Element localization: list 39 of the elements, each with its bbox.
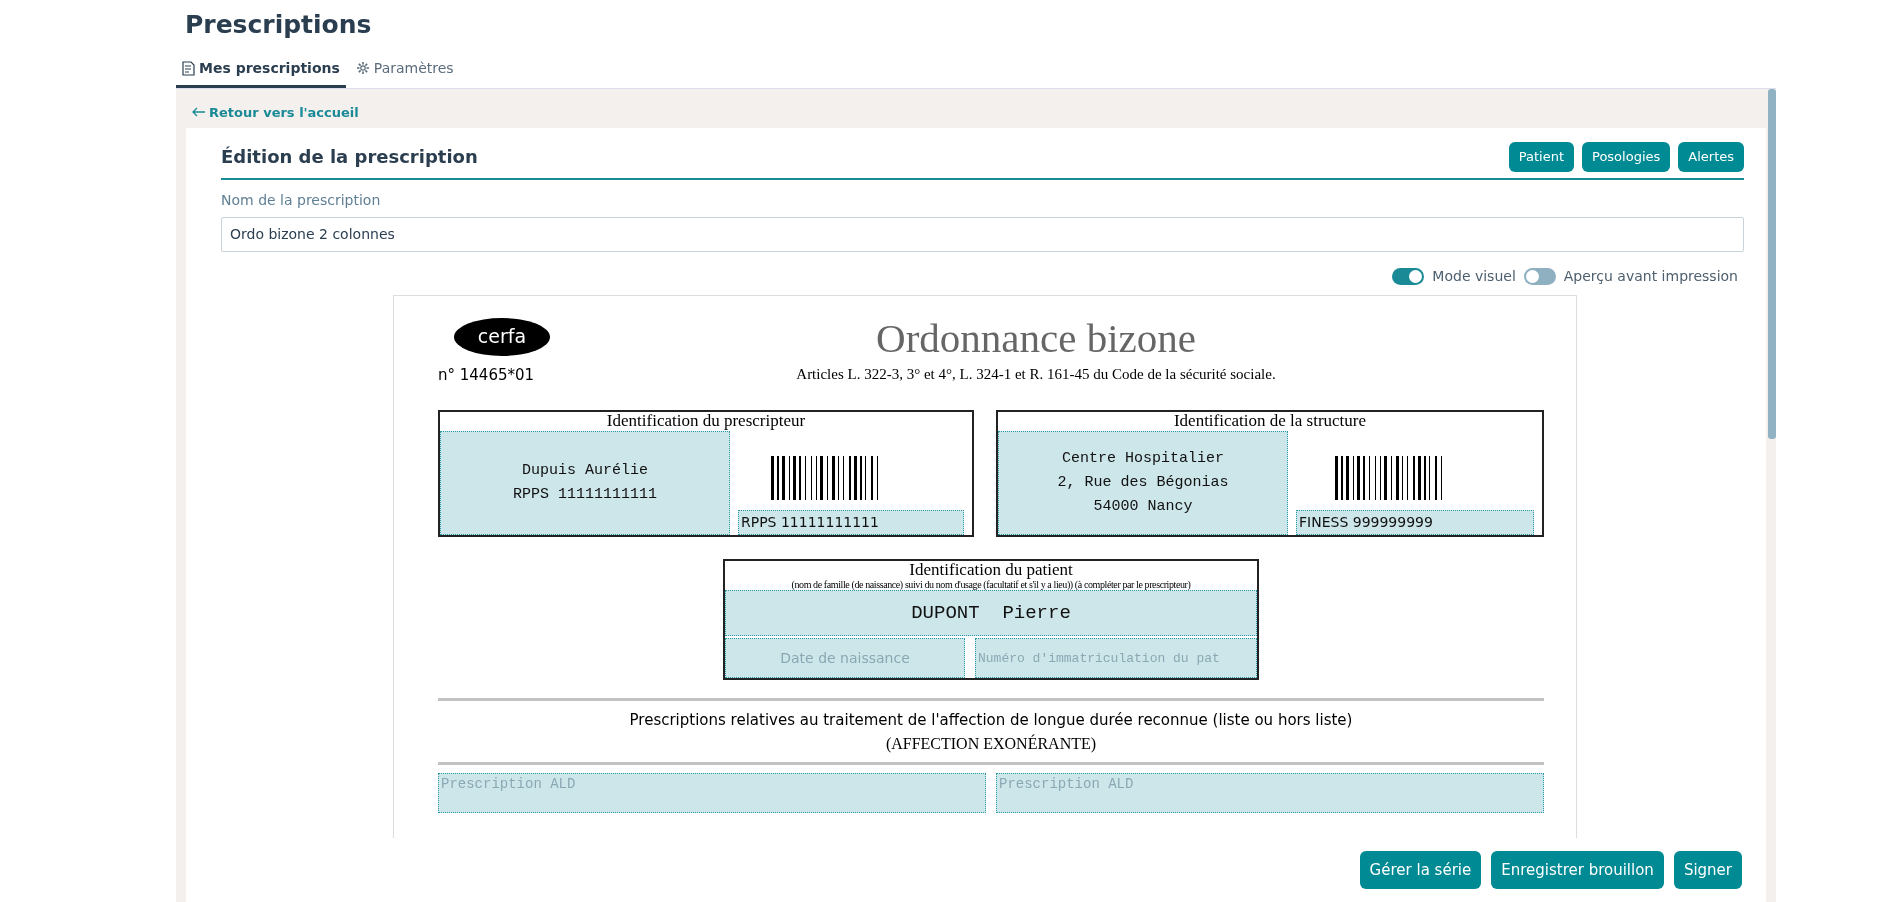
gear-icon <box>355 61 370 75</box>
box-title: Identification du prescripteur <box>605 412 807 431</box>
section-title: Prescriptions relatives au traitement de l'affection de longue durée reconnue (liste ou hors liste) <box>628 710 1354 732</box>
scrollbar[interactable] <box>1768 88 1776 439</box>
header-button[interactable]: Patient <box>1508 142 1574 172</box>
address-field[interactable]: Dupuis Aurélie RPPS 11111111111 <box>440 430 730 535</box>
box-note: (nom de famille (de naissance) suivi du nom d'usage (facultatif et s'il y a lieu)) (à compléter par le prescripteur) <box>790 579 1192 591</box>
patient-number-field[interactable]: Numéro d'immatriculation du pat <box>975 638 1257 679</box>
header-button[interactable]: Alertes <box>1678 142 1744 172</box>
toggle-label: Mode visuel <box>1432 266 1516 286</box>
form-title: Ordonnance bizone <box>875 317 1197 359</box>
toggle-switch[interactable] <box>1392 267 1425 285</box>
ald-prescription-field[interactable]: Prescription ALD <box>996 772 1544 813</box>
patient-name-field[interactable]: DUPONT Pierre <box>725 590 1257 637</box>
form-subtitle: Articles L. 322-3, 3° et 4°, L. 324-1 et R. 161-45 du Code de la sécurité sociale. <box>795 364 1277 384</box>
box-title: Identification du patient <box>908 560 1074 580</box>
footer-button[interactable]: Signer <box>1673 850 1742 890</box>
tab[interactable]: Paramètres <box>349 53 460 88</box>
footer-button[interactable]: Gérer la série <box>1359 850 1482 890</box>
arrow-left-icon <box>192 107 206 118</box>
barcode-number-field[interactable]: RPPS 11111111111 <box>738 509 964 535</box>
section-title: Édition de la prescription <box>221 145 478 170</box>
name-input[interactable]: Ordo bizone 2 colonnes <box>221 216 1744 252</box>
birth-date-field[interactable]: Date de naissance <box>725 638 965 679</box>
toggle-label: Aperçu avant impression <box>1563 266 1738 286</box>
box-title: Identification de la structure <box>1172 412 1368 431</box>
ald-prescription-field[interactable]: Prescription ALD <box>438 772 986 813</box>
section-subtitle: (AFFECTION EXONÉRANTE) <box>884 733 1098 755</box>
toggle-switch[interactable] <box>1523 267 1556 285</box>
header-button[interactable]: Posologies <box>1582 142 1671 172</box>
address-field[interactable]: Centre Hospitalier 2, Rue des Bégonias 54000 Nancy <box>998 430 1288 535</box>
page-title: Prescriptions <box>185 9 373 41</box>
back-link[interactable]: Retour vers l'accueil <box>192 102 359 122</box>
footer-button[interactable]: Enregistrer brouillon <box>1491 850 1664 890</box>
barcode-number-field[interactable]: FINESS 999999999 <box>1296 509 1534 535</box>
form-number: n° 14465*01 <box>438 364 536 386</box>
field-label: Nom de la prescription <box>221 190 382 210</box>
document-icon <box>182 60 195 76</box>
cerfa-logo: cerfa <box>454 317 550 356</box>
